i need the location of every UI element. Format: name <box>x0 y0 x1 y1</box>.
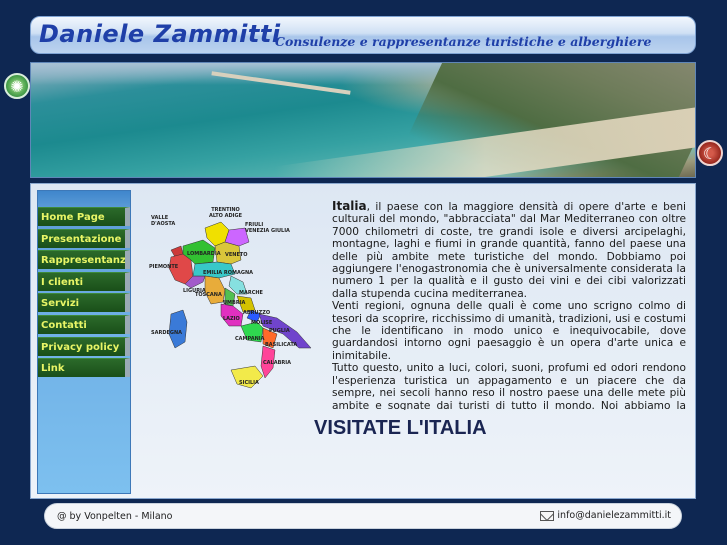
map-label-lombardia: LOMBARDIA <box>187 251 221 257</box>
map-label-veneto: VENETO <box>225 252 248 258</box>
nav-item-clienti[interactable]: I clienti <box>38 271 130 291</box>
nav-item-link[interactable]: Link <box>38 358 130 378</box>
nav-item-contatti[interactable]: Contatti <box>38 314 130 334</box>
site-footer: @ by Vonpelten - Milano info@danielezamm… <box>44 503 682 529</box>
map-label-emilia: EMILIA ROMAGNA <box>203 270 254 276</box>
coast-photo <box>30 62 696 178</box>
map-label-valle-daosta: VALLE D'AOSTA <box>151 215 176 227</box>
map-label-toscana: TOSCANA <box>195 292 222 298</box>
map-label-puglia: PUGLIA <box>269 328 290 334</box>
article-paragraph-2: Venti regioni, ognuna delle quali è come… <box>332 300 686 362</box>
sidebar-nav: Home Page Presentazione Rappresentanze I… <box>37 190 131 494</box>
sun-icon[interactable]: ✺ <box>4 73 30 99</box>
footer-email-link[interactable]: info@danielezammitti.it <box>540 510 671 521</box>
map-label-abruzzo: ABRUZZO <box>243 310 271 316</box>
article-paragraph-1: , il paese con la maggiore densità di op… <box>332 201 686 300</box>
nav-item-presentazione[interactable]: Presentazione <box>38 228 130 248</box>
main-content: Home Page Presentazione Rappresentanze I… <box>30 183 696 499</box>
article-lead: Italia <box>332 200 367 213</box>
map-label-marche: MARCHE <box>239 290 263 296</box>
site-subtitle: Consulenze e rappresentanze turistiche e… <box>275 34 652 49</box>
moon-icon[interactable]: ☾ <box>697 140 723 166</box>
nav-item-home[interactable]: Home Page <box>38 207 130 226</box>
mail-icon <box>540 510 555 521</box>
nav-item-privacy[interactable]: Privacy policy <box>38 336 130 356</box>
map-label-sicilia: SICILIA <box>239 380 259 386</box>
nav-item-servizi[interactable]: Servizi <box>38 293 130 313</box>
footer-credit: @ by Vonpelten - Milano <box>57 511 173 522</box>
map-label-campania: CAMPANIA <box>235 336 265 342</box>
site-header: Daniele Zammitti Consulenze e rappresent… <box>30 16 696 54</box>
region-toscana <box>204 275 226 305</box>
map-label-piemonte: PIEMONTE <box>149 264 179 270</box>
map-label-sardegna: SARDEGNA <box>151 330 183 336</box>
italy-regions-map: TRENTINO ALTO ADIGE VALLE D'AOSTA LOMBARDI… <box>147 202 327 398</box>
map-label-lazio: LAZIO <box>223 316 240 322</box>
site-title: Daniele Zammitti <box>39 20 281 48</box>
map-label-umbria: UMBRIA <box>223 300 246 306</box>
visit-italy-heading: VISITATE L'ITALIA <box>314 417 487 439</box>
region-sardegna <box>168 309 188 349</box>
map-label-calabria: CALABRIA <box>263 360 291 366</box>
map-label-molise: MOLISE <box>251 320 273 326</box>
map-label-basilicata: BASILICATA <box>265 342 298 348</box>
region-lazio <box>220 303 244 327</box>
article-paragraph-3: Tutto questo, unito a luci, colori, suon… <box>332 362 686 410</box>
map-label-trentino: TRENTINO ALTO ADIGE <box>209 207 243 219</box>
footer-email-text[interactable]: info@danielezammitti.it <box>557 510 671 521</box>
map-label-friuli: FRIULI VENEZIA GIULIA <box>245 222 290 234</box>
intro-article: Italia, il paese con la maggiore densità… <box>332 200 686 410</box>
nav-item-rappresentanze[interactable]: Rappresentanze <box>38 250 130 270</box>
